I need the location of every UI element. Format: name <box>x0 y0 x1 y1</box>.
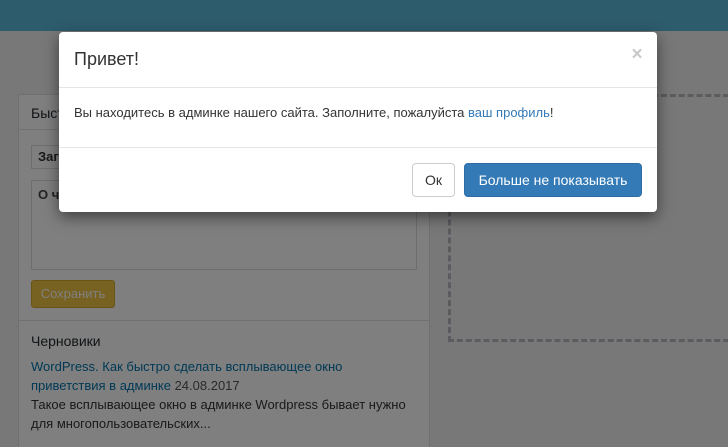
modal-message-end: ! <box>549 105 554 120</box>
dont-show-again-button[interactable]: Больше не показывать <box>464 163 642 197</box>
ok-button[interactable]: Ок <box>412 163 455 197</box>
modal-body: Вы находитесь в админке нашего сайта. За… <box>59 88 657 148</box>
modal-header: Привет! × <box>59 32 657 88</box>
modal-message-text: Вы находитесь в админке нашего сайта. За… <box>74 105 469 120</box>
welcome-modal: Привет! × Вы находитесь в админке нашего… <box>59 32 657 212</box>
profile-link[interactable]: ваш профиль <box>468 105 550 120</box>
modal-title: Привет! <box>74 49 140 69</box>
close-icon[interactable]: × <box>627 43 647 67</box>
modal-message: Вы находитесь в админке нашего сайта. За… <box>74 105 554 120</box>
